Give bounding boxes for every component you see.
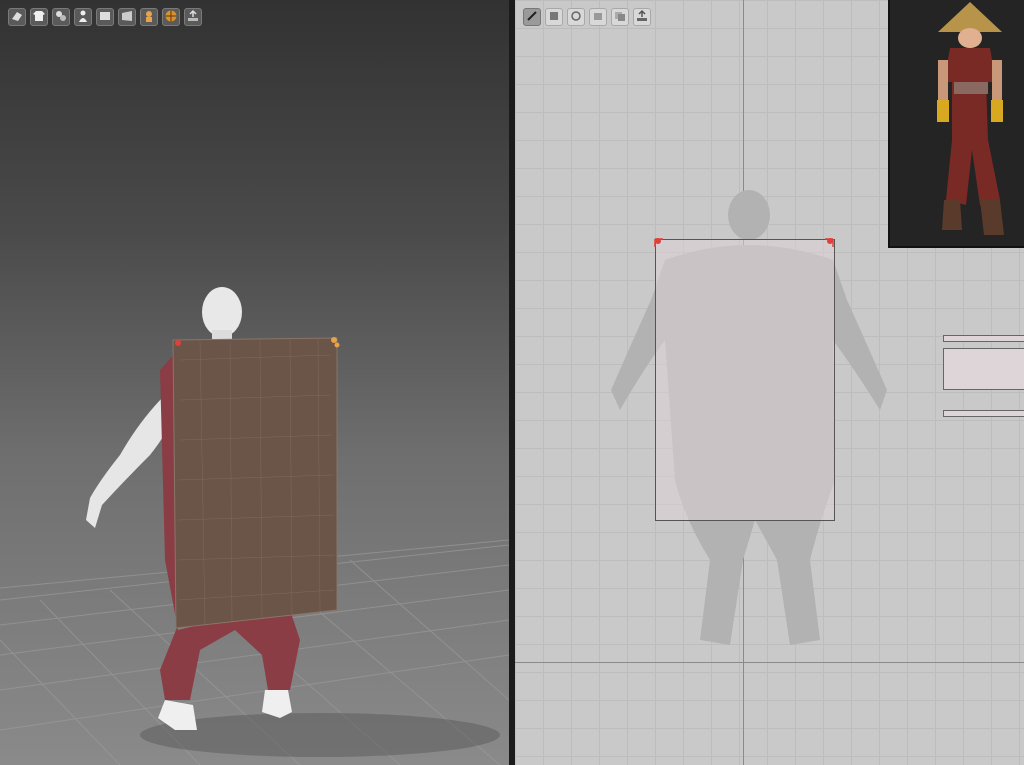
- avatar-figure: [86, 287, 340, 730]
- side-pattern-piece-bottom[interactable]: [943, 410, 1024, 417]
- side-pattern-piece-top[interactable]: [943, 335, 1024, 342]
- 3d-viewport[interactable]: [0, 0, 509, 765]
- reference-character-image: [937, 2, 1004, 235]
- reference-image-panel[interactable]: [888, 0, 1024, 248]
- side-pattern-piece-middle[interactable]: [943, 348, 1024, 390]
